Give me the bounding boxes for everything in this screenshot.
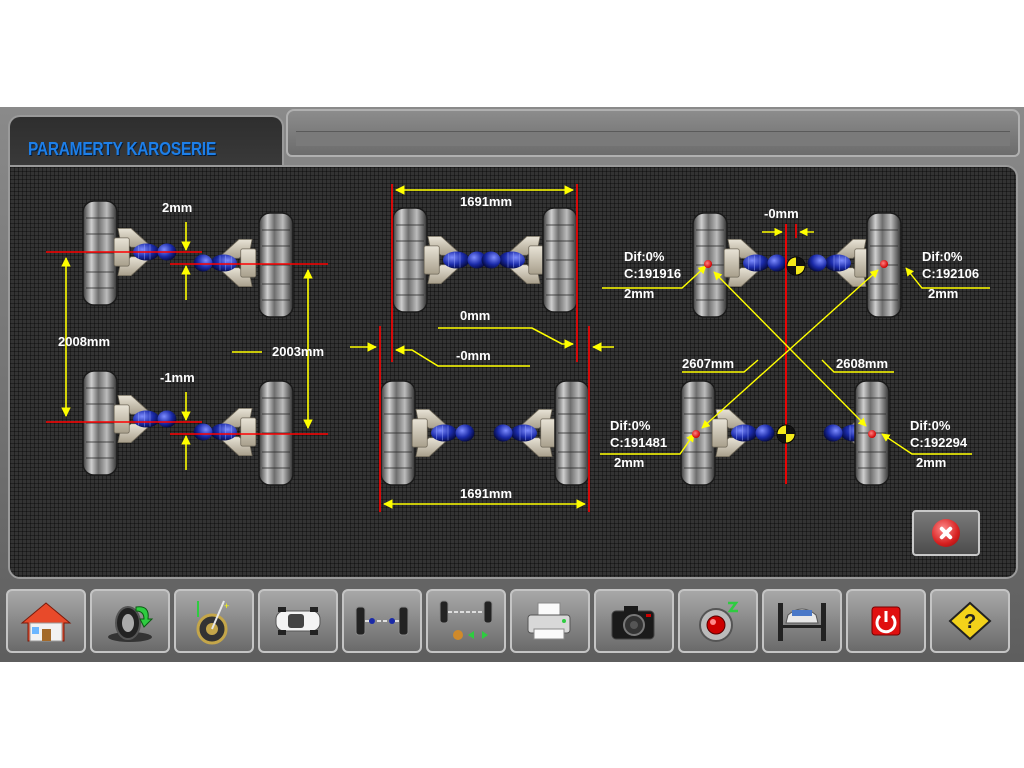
home-button[interactable] [6, 589, 86, 653]
tire-rear-left [82, 370, 118, 476]
suspension-rear-left-2 [411, 408, 475, 458]
caster-gauge-icon: + [196, 600, 229, 645]
printer-icon [527, 602, 571, 640]
camera-icon [611, 606, 655, 640]
camera-button[interactable] [594, 589, 674, 653]
axle-button[interactable] [342, 589, 422, 653]
measure-point-rear-left [692, 430, 700, 438]
suspension-front-right-2 [481, 235, 545, 285]
measurement-diagram: 2mm -1mm 2008mm 2003mm 1691mm 1691mm 0mm… [46, 184, 990, 512]
label-fr-dif: Dif:0% [922, 249, 963, 264]
axle-adjust-icon [439, 600, 493, 640]
label-rr-dif: Dif:0% [910, 418, 951, 433]
label-rl-c: C:191481 [610, 435, 667, 450]
tire-front-left-2 [392, 207, 428, 313]
wheel-arrow-icon [108, 606, 154, 642]
label-fl-mm: 2mm [624, 286, 654, 301]
tire-rear-right-2 [554, 380, 590, 486]
svg-text:?: ? [964, 611, 976, 633]
tire-front-right [258, 212, 294, 318]
label-left-wheelbase: 2008mm [58, 334, 110, 349]
label-rr-c: C:192294 [910, 435, 968, 450]
label-right-wheelbase: 2003mm [272, 344, 324, 359]
center-marker-front [786, 256, 806, 276]
title-bar [286, 109, 1020, 157]
suspension-rear-left-3 [711, 408, 775, 458]
label-front-offset: 2mm [162, 200, 192, 215]
wheel-button[interactable] [90, 589, 170, 653]
label-diagonal-left: 2607mm [682, 356, 734, 371]
suspension-front-right-3 [807, 238, 871, 288]
sensor-button[interactable] [678, 589, 758, 653]
label-fr-c: C:192106 [922, 266, 979, 281]
power-button[interactable] [846, 589, 926, 653]
bottom-toolbar: + ? [6, 589, 1018, 655]
car-lift-icon [778, 603, 826, 641]
label-rl-mm: 2mm [614, 455, 644, 470]
tire-front-right-2 [542, 207, 578, 313]
label-lateral-offset-bottom: -0mm [456, 348, 491, 363]
label-rr-mm: 2mm [916, 455, 946, 470]
power-icon [871, 606, 901, 636]
axle-adjust-button[interactable] [426, 589, 506, 653]
tire-front-left [82, 200, 118, 306]
label-fl-dif: Dif:0% [624, 249, 665, 264]
suspension-front-left-3 [723, 238, 787, 288]
sensor-icon [699, 601, 739, 642]
close-icon [932, 519, 960, 547]
tire-rear-right [258, 380, 294, 486]
caster-button[interactable]: + [174, 589, 254, 653]
axle-icon [355, 606, 409, 636]
panel-track-width: 1691mm 1691mm 0mm -0mm [350, 184, 614, 512]
label-rear-offset: -1mm [160, 370, 195, 385]
title-tab: PARAMERTY KAROSERIE [8, 115, 284, 169]
suspension-rear-right-2 [493, 408, 557, 458]
app-window: PARAMERTY KAROSERIE 2mm -1mm 2008mm 2003… [0, 107, 1024, 662]
label-fl-c: C:191916 [624, 266, 681, 281]
panel-diagonals: -0mm Dif:0% C:191916 2mm Dif:0% C:192106… [600, 206, 990, 486]
help-icon: ? [948, 601, 992, 641]
suspension-front-right [193, 238, 257, 288]
home-icon [20, 602, 72, 642]
suspension-rear-right [193, 407, 257, 457]
help-button[interactable]: ? [930, 589, 1010, 653]
car-top-icon [275, 607, 321, 635]
measure-point-front-left [704, 260, 712, 268]
title-bar-inner [296, 131, 1010, 146]
main-panel: 2mm -1mm 2008mm 2003mm 1691mm 1691mm 0mm… [8, 165, 1018, 579]
label-rear-track: 1691mm [460, 486, 512, 501]
label-fr-mm: 2mm [928, 286, 958, 301]
panel-wheelbase: 2mm -1mm 2008mm 2003mm [46, 200, 328, 486]
label-front-track: 1691mm [460, 194, 512, 209]
label-center-offset: -0mm [764, 206, 799, 221]
measure-point-rear-right [868, 430, 876, 438]
center-marker-rear [776, 424, 796, 444]
car-lift-button[interactable] [762, 589, 842, 653]
label-rl-dif: Dif:0% [610, 418, 651, 433]
print-button[interactable] [510, 589, 590, 653]
suspension-front-left-2 [423, 235, 487, 285]
page-title: PARAMERTY KAROSERIE [28, 139, 217, 159]
label-lateral-offset-top: 0mm [460, 308, 490, 323]
measure-point-front-right [880, 260, 888, 268]
close-button[interactable] [912, 510, 980, 556]
svg-text:+: + [224, 601, 229, 611]
tire-rear-left-2 [380, 380, 416, 486]
car-top-button[interactable] [258, 589, 338, 653]
suspension-rear-left [113, 394, 177, 444]
label-diagonal-right: 2608mm [836, 356, 888, 371]
